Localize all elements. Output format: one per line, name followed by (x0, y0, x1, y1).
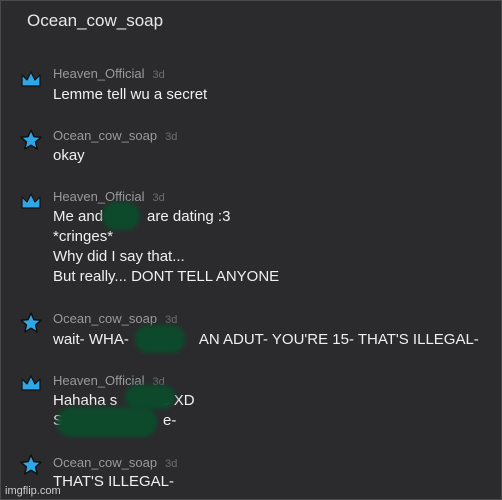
message-line: THAT'S ILLEGAL- (53, 473, 174, 490)
message-time: 3d (165, 131, 178, 143)
message-line: okay (53, 147, 85, 164)
message-fragment: e- (163, 412, 177, 429)
crown-icon[interactable] (19, 67, 43, 91)
crown-icon[interactable] (19, 189, 43, 213)
message-time: 3d (152, 69, 165, 81)
crown-icon[interactable] (19, 371, 43, 395)
redaction-blot (102, 202, 140, 230)
message-line: But really... DONT TELL ANYONE (53, 268, 280, 285)
message-body: THAT'S ILLEGAL- (53, 472, 174, 492)
message-body: Lemme tell wu a secret (53, 85, 207, 105)
message-fragment: AN ADUT- YOU'RE 15- THAT'S ILLEGAL- (198, 331, 479, 348)
message-body: okay (53, 146, 85, 166)
message-line: *cringes* (53, 228, 114, 245)
message-fragment: are dating :3 (147, 208, 231, 225)
star-icon[interactable] (19, 453, 43, 477)
star-icon[interactable] (19, 128, 43, 152)
message-author[interactable]: Heaven_Official (53, 189, 145, 204)
message-author[interactable]: Ocean_cow_soap (53, 311, 157, 326)
message-fragment: wait- WHA- (53, 331, 129, 348)
chat-header-title: Ocean_cow_soap (27, 11, 164, 30)
message-body: wait- WHA- AN ADUT- YOU'RE 15- THAT'S ILL… (53, 330, 479, 350)
message-line: Lemme tell wu a secret (53, 86, 208, 103)
chat-window: Ocean_cow_soap Heaven_Official 3d Lemme t… (0, 0, 502, 500)
message-author[interactable]: Ocean_cow_soap (53, 128, 157, 143)
message-line: wait- WHA- AN ADUT- YOU'RE 15- THAT'S ILL… (53, 330, 479, 350)
watermark: imgflip.com (5, 485, 61, 497)
message-line: Why did I say that... (53, 248, 185, 265)
message-fragment: Me and (53, 208, 104, 225)
message-author[interactable]: Heaven_Official (53, 66, 145, 81)
message-time: 3d (165, 458, 178, 470)
redaction-blot (125, 385, 175, 409)
star-icon[interactable] (19, 311, 43, 335)
message-time: 3d (152, 192, 165, 204)
redaction-blot (57, 407, 157, 437)
message-line: Me and are dating :3 (53, 207, 279, 227)
message-body: Me and are dating :3 *cringes* Why did I … (53, 207, 279, 287)
redaction-blot (135, 325, 185, 353)
message-author[interactable]: Ocean_cow_soap (53, 455, 157, 470)
